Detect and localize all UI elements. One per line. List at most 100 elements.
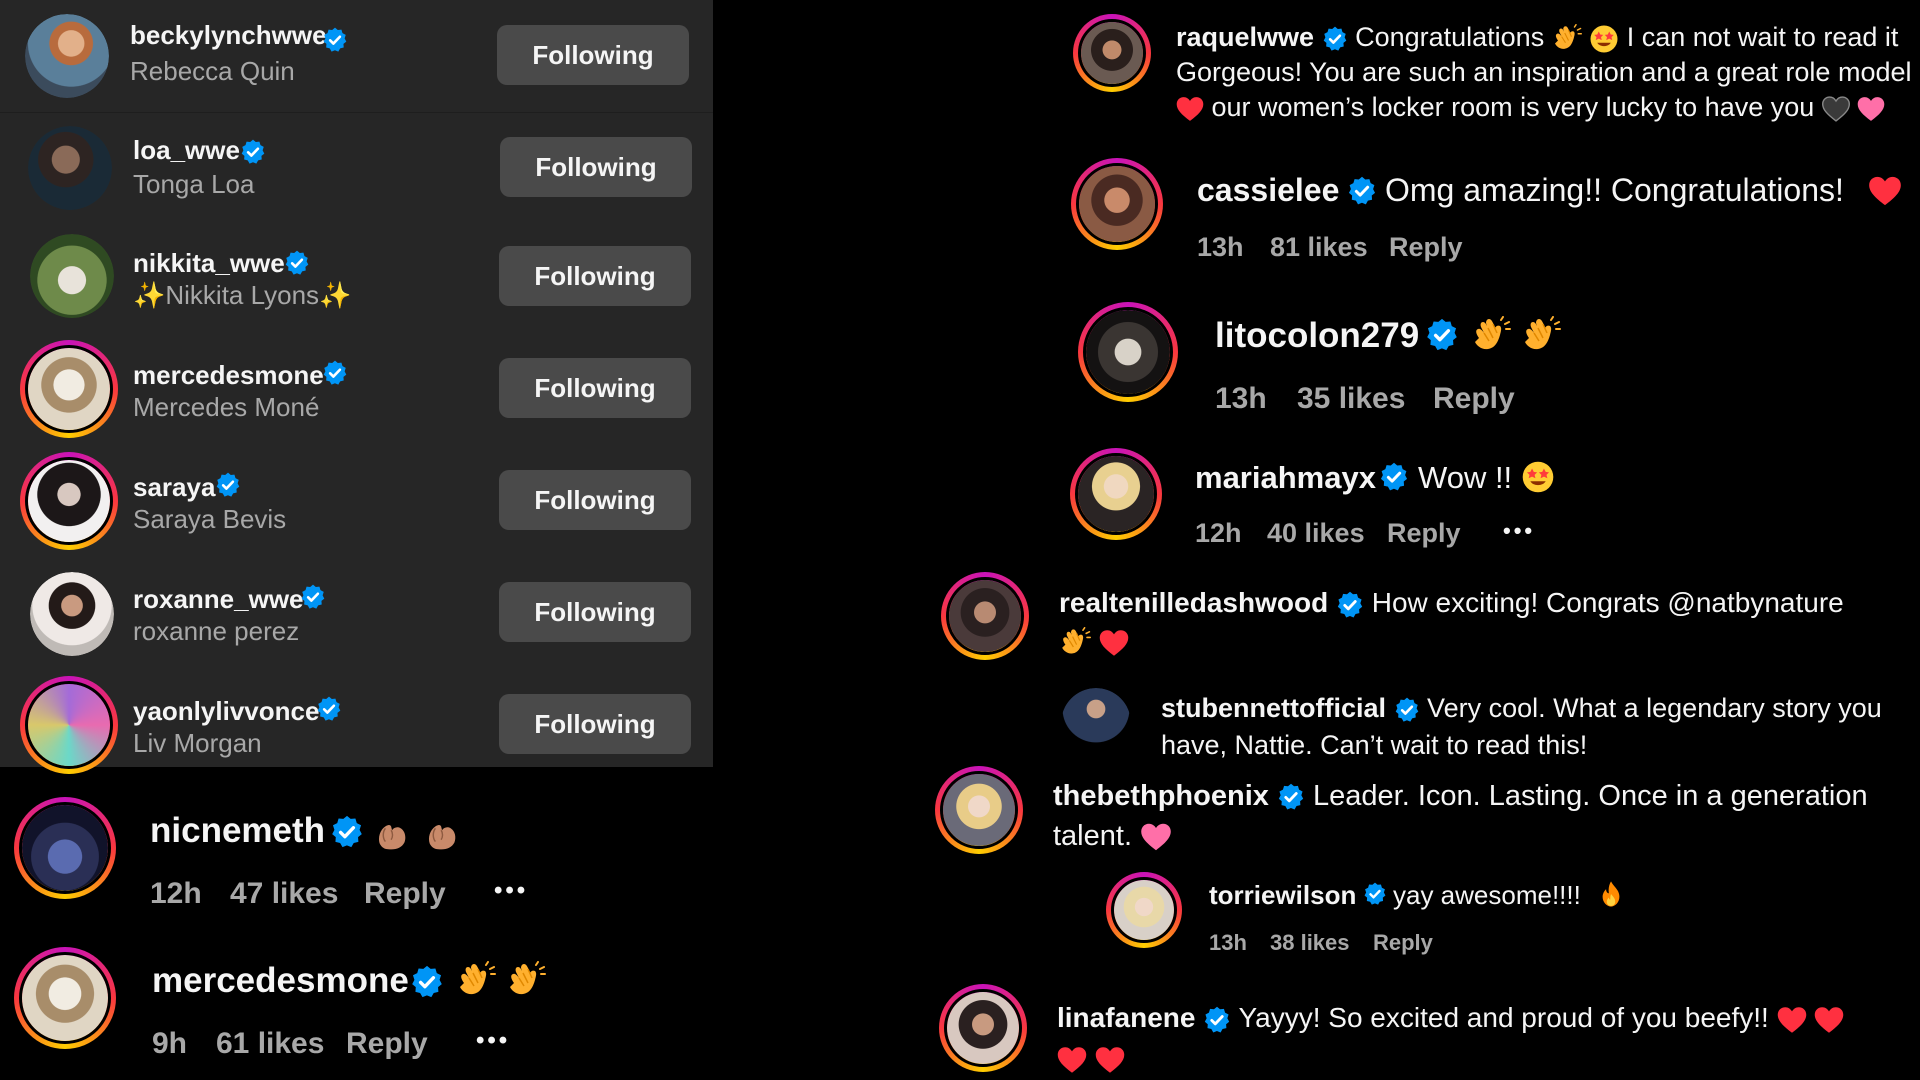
red-heart-emoji bbox=[1777, 1006, 1807, 1034]
clapping-hands-emoji bbox=[506, 961, 546, 1001]
verified-icon bbox=[1277, 783, 1305, 811]
avatar-story-ring[interactable] bbox=[14, 797, 116, 899]
username[interactable]: beckylynchwwe bbox=[130, 20, 327, 51]
pink-heart-emoji bbox=[1140, 823, 1172, 851]
more-options-icon[interactable]: ••• bbox=[1503, 518, 1535, 544]
avatar[interactable] bbox=[30, 234, 114, 318]
comment-likes[interactable]: 35 likes bbox=[1297, 382, 1405, 416]
comment-text: have, Nattie. Can’t wait to read this! bbox=[1161, 730, 1588, 760]
following-row[interactable]: yaonlylivvonce Liv Morgan Following bbox=[0, 672, 713, 774]
following-row[interactable]: roxanne_wwe roxanne perez Following bbox=[0, 560, 713, 672]
full-name: ✨Nikkita Lyons✨ bbox=[133, 280, 352, 310]
comment-username[interactable]: torriewilson bbox=[1209, 880, 1356, 911]
avatar-story-ring[interactable] bbox=[941, 572, 1029, 660]
comment-username[interactable]: linafanene bbox=[1057, 1002, 1195, 1033]
following-button[interactable]: Following bbox=[499, 470, 691, 530]
comment-username[interactable]: realtenilledashwood bbox=[1059, 587, 1328, 618]
comment-username[interactable]: litocolon279 bbox=[1215, 316, 1419, 356]
flexed-biceps-emoji bbox=[424, 815, 462, 853]
avatar-story-ring[interactable] bbox=[1073, 14, 1151, 92]
reply-button[interactable]: Reply bbox=[1387, 518, 1461, 549]
avatar-story-ring[interactable] bbox=[20, 676, 118, 774]
comment-time: 12h bbox=[1195, 518, 1242, 548]
comment-text: Leader. Icon. Lasting. Once in a generat… bbox=[1313, 780, 1868, 812]
avatar-story-ring[interactable] bbox=[1071, 158, 1163, 250]
comment-username[interactable]: mariahmayx bbox=[1195, 460, 1376, 496]
comment-likes[interactable]: 61 likes bbox=[216, 1027, 324, 1061]
full-name: Liv Morgan bbox=[133, 728, 262, 758]
username[interactable]: roxanne_wwe bbox=[133, 584, 304, 615]
comment-text: Congratulations bbox=[1355, 22, 1545, 52]
red-heart-emoji bbox=[1095, 1046, 1125, 1074]
avatar-story-ring[interactable] bbox=[939, 984, 1027, 1072]
avatar[interactable] bbox=[25, 14, 109, 98]
comment-time: 12h bbox=[150, 877, 202, 910]
following-row[interactable]: nikkita_wwe ✨Nikkita Lyons✨ Following bbox=[0, 224, 713, 336]
comment-text: Yayyy! So excited and proud of you beefy… bbox=[1238, 1002, 1769, 1033]
reply-button[interactable]: Reply bbox=[364, 877, 446, 911]
comment-likes[interactable]: 40 likes bbox=[1267, 518, 1365, 549]
avatar-story-ring[interactable] bbox=[935, 766, 1023, 854]
comment-username[interactable]: mercedesmone bbox=[152, 961, 409, 1001]
verified-icon bbox=[1394, 697, 1420, 723]
red-heart-emoji bbox=[1176, 96, 1204, 122]
comment-likes[interactable]: 38 likes bbox=[1270, 930, 1350, 956]
avatar-story-ring[interactable] bbox=[14, 947, 116, 1049]
star-struck-emoji bbox=[1589, 24, 1619, 54]
left-comments: nicnemeth 12h 47 likes Reply ••• mercede… bbox=[0, 767, 713, 1080]
avatar-story-ring[interactable] bbox=[20, 452, 118, 550]
comment-time: 9h bbox=[152, 1027, 188, 1060]
following-button[interactable]: Following bbox=[497, 25, 689, 85]
comment-username[interactable]: nicnemeth bbox=[150, 811, 325, 851]
comment-username[interactable]: raquelwwe bbox=[1176, 22, 1314, 52]
reply-button[interactable]: Reply bbox=[1433, 382, 1515, 416]
following-row[interactable]: mercedesmone Mercedes Moné Following bbox=[0, 336, 713, 448]
username[interactable]: yaonlylivvonce bbox=[133, 696, 319, 727]
username[interactable]: mercedesmone bbox=[133, 360, 324, 391]
avatar[interactable] bbox=[1061, 688, 1131, 758]
avatar-story-ring[interactable] bbox=[1070, 448, 1162, 540]
full-name: Saraya Bevis bbox=[133, 504, 287, 534]
reply-button[interactable]: Reply bbox=[1389, 232, 1463, 263]
avatar[interactable] bbox=[28, 126, 112, 210]
verified-icon bbox=[1363, 882, 1387, 906]
comment-text: Very cool. What a legendary story you bbox=[1427, 693, 1882, 723]
full-name: roxanne perez bbox=[133, 616, 300, 646]
more-options-icon[interactable]: ••• bbox=[494, 877, 528, 905]
comment-username[interactable]: stubennettofficial bbox=[1161, 693, 1386, 723]
comment-text: yay awesome!!!! bbox=[1393, 880, 1581, 910]
reply-button[interactable]: Reply bbox=[346, 1027, 428, 1061]
comment-body: realtenilledashwood How exciting! Congra… bbox=[1059, 584, 1909, 660]
avatar-story-ring[interactable] bbox=[20, 340, 118, 438]
following-button[interactable]: Following bbox=[499, 358, 691, 418]
verified-icon bbox=[1347, 176, 1377, 206]
comment-body: linafanene Yayyy! So excited and proud o… bbox=[1057, 998, 1920, 1078]
reply-button[interactable]: Reply bbox=[1373, 930, 1433, 956]
verified-icon bbox=[1379, 462, 1409, 492]
comment-username[interactable]: cassielee bbox=[1197, 172, 1339, 209]
verified-icon bbox=[330, 815, 364, 849]
following-row[interactable]: loa_wwe Tonga Loa Following bbox=[0, 112, 713, 225]
following-row[interactable]: beckylynchwwe Rebecca Quin Following bbox=[0, 0, 713, 112]
username[interactable]: nikkita_wwe bbox=[133, 248, 285, 279]
clapping-hands-emoji bbox=[456, 961, 496, 1001]
following-button[interactable]: Following bbox=[499, 694, 691, 754]
username[interactable]: loa_wwe bbox=[133, 135, 240, 166]
comment-username[interactable]: thebethphoenix bbox=[1053, 780, 1269, 812]
comment-text: I can not wait to read it bbox=[1626, 22, 1899, 52]
username[interactable]: saraya bbox=[133, 472, 215, 503]
following-button[interactable]: Following bbox=[499, 582, 691, 642]
following-button[interactable]: Following bbox=[500, 137, 692, 197]
following-row[interactable]: saraya Saraya Bevis Following bbox=[0, 448, 713, 560]
comment-likes[interactable]: 81 likes bbox=[1270, 232, 1368, 263]
comment-text: talent. bbox=[1053, 820, 1132, 852]
avatar[interactable] bbox=[30, 572, 114, 656]
comment-likes[interactable]: 47 likes bbox=[230, 877, 338, 911]
more-options-icon[interactable]: ••• bbox=[476, 1027, 510, 1055]
red-heart-emoji bbox=[1814, 1006, 1844, 1034]
avatar-story-ring[interactable] bbox=[1106, 872, 1182, 948]
following-button[interactable]: Following bbox=[499, 246, 691, 306]
avatar-story-ring[interactable] bbox=[1078, 302, 1178, 402]
pink-heart-emoji bbox=[1857, 96, 1885, 122]
clapping-hands-emoji bbox=[1471, 316, 1511, 356]
